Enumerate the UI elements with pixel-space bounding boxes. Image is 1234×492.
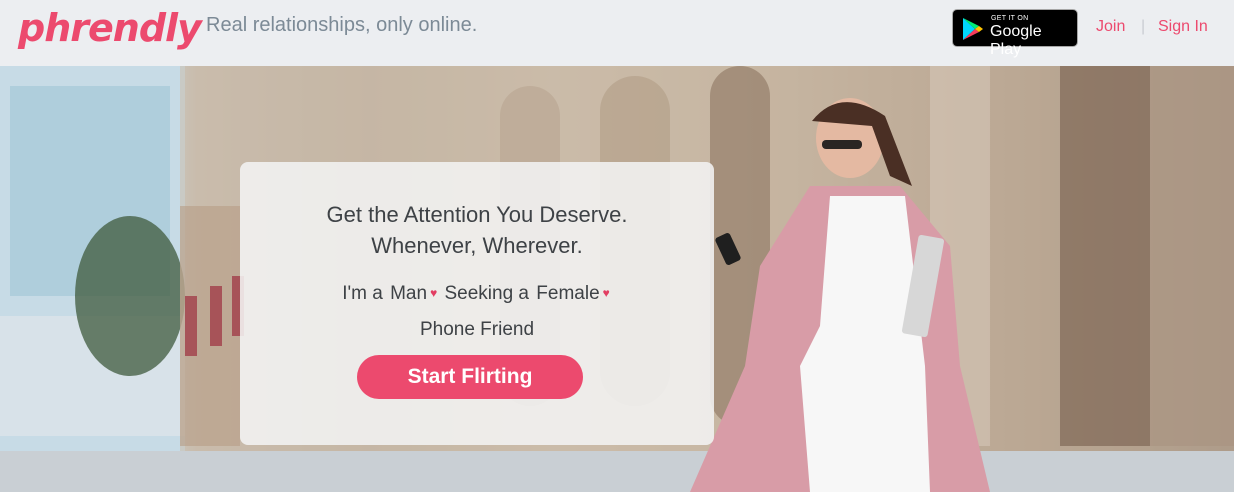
relationship-select[interactable]: Phone Friend [240,319,714,341]
seeking-label: Seeking a [444,283,529,304]
site-header: phrendly Real relationships, only online… [0,0,1234,66]
heart-dropdown-icon: ♥ [602,286,610,300]
tagline: Real relationships, only online. [206,14,478,36]
google-play-icon [963,18,983,40]
heart-dropdown-icon: ♥ [430,286,438,300]
google-play-badge[interactable]: GET IT ON Google Play [952,9,1078,58]
seeking-select[interactable]: Female ♥ [536,283,609,305]
nav-separator: | [1141,18,1146,35]
relationship-value: Phone Friend [419,319,535,340]
logo[interactable]: phrendly [18,6,202,50]
im-a-label: I'm a [342,283,383,304]
join-link[interactable]: Join [1096,18,1125,36]
preference-row: I'm a Man ♥ Seeking a Female ♥ [240,283,714,305]
google-play-big-text: Google Play [990,23,1042,58]
gender-select[interactable]: Man ♥ [390,283,437,305]
google-play-small-text: GET IT ON [991,15,1029,22]
signup-card: Get the Attention You Deserve. Whenever,… [240,162,714,445]
headline-line2: Whenever, Wherever. [371,233,583,258]
sign-in-link[interactable]: Sign In [1158,18,1208,36]
gender-value: Man [390,283,428,304]
seeking-value: Female [536,283,600,304]
start-flirting-button[interactable]: Start Flirting [357,355,583,399]
headline-line1: Get the Attention You Deserve. [326,202,628,227]
